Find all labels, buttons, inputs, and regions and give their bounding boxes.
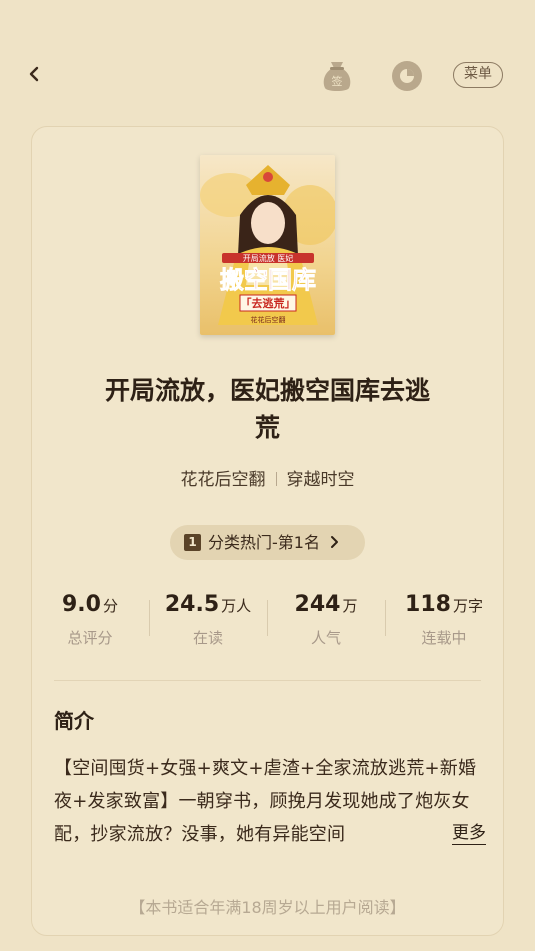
stat-wordcount-value: 118: [405, 592, 451, 617]
stat-rating-label: 总评分: [67, 629, 113, 647]
chevron-right-icon: [331, 536, 339, 548]
cover-tag: 开局流放 医妃: [243, 253, 294, 263]
rank-label: 分类热门-第1名: [208, 525, 341, 560]
book-title-line2: 荒: [254, 413, 280, 442]
stat-rating-value: 9.0: [62, 592, 101, 617]
stat-readers-unit: 万人: [221, 597, 252, 615]
book-meta: 花花后空翻 穿越时空: [0, 465, 535, 490]
intro-heading: 简介: [54, 709, 94, 733]
section-divider: [54, 680, 481, 681]
coin-icon[interactable]: [391, 60, 423, 92]
stats-row: 9.0 分 总评分 24.5 万人 在读 244 万 人气 118 万字 连载中: [31, 592, 504, 662]
stat-readers-label: 在读: [192, 629, 223, 647]
stat-wordcount-unit: 万字: [452, 597, 483, 615]
cover-art: 开局流放 医妃 搬空国库 「去逃荒」 花花后空翻: [200, 155, 335, 335]
stat-rating-unit: 分: [102, 597, 118, 615]
intro-text[interactable]: 【空间囤货+女强+爽文+虐渣+全家流放逃荒+新婚夜+发家致富】一朝穿书，顾挽月发…: [54, 752, 484, 848]
stat-popularity: 244 万 人气: [267, 592, 385, 648]
more-label: 更多: [452, 823, 486, 845]
stat-readers-value: 24.5: [164, 592, 220, 617]
category-link[interactable]: 穿越时空: [287, 470, 355, 490]
stat-popularity-value: 244: [294, 592, 341, 617]
menu-button[interactable]: 菜单: [453, 62, 503, 88]
stat-popularity-unit: 万: [342, 597, 358, 615]
age-notice: 【本书适合年满18周岁以上用户阅读】: [129, 898, 406, 917]
stat-readers: 24.5 万人 在读: [149, 592, 267, 648]
top-bar: 签 菜单: [0, 0, 535, 120]
cover-big-title: 搬空国库: [220, 265, 316, 294]
book-title-line1: 开局流放，医妃搬空国库去逃: [104, 376, 430, 405]
more-button[interactable]: 更多: [432, 818, 486, 848]
rank-label-text: 分类热门-第1名: [208, 533, 320, 552]
bag-icon-char: 签: [332, 74, 343, 88]
stat-wordcount-label: 连载中: [421, 629, 467, 647]
back-arrow-icon[interactable]: [22, 60, 46, 88]
cover-subtitle: 「去逃荒」: [241, 296, 296, 310]
author-link[interactable]: 花花后空翻: [181, 470, 266, 490]
rank-badge-button[interactable]: 1 分类热门-第1名: [170, 525, 365, 560]
stat-popularity-label: 人气: [310, 629, 341, 647]
stat-wordcount: 118 万字 连载中: [385, 592, 503, 648]
checkin-bag-icon[interactable]: 签: [320, 58, 354, 94]
meta-divider: [275, 472, 277, 486]
book-title: 开局流放，医妃搬空国库去逃 荒: [80, 372, 455, 446]
book-cover-image[interactable]: 开局流放 医妃 搬空国库 「去逃荒」 花花后空翻: [200, 155, 335, 335]
stat-rating: 9.0 分 总评分: [31, 592, 149, 648]
cover-author: 花花后空翻: [251, 315, 286, 324]
rank-number-icon: 1: [184, 534, 201, 551]
